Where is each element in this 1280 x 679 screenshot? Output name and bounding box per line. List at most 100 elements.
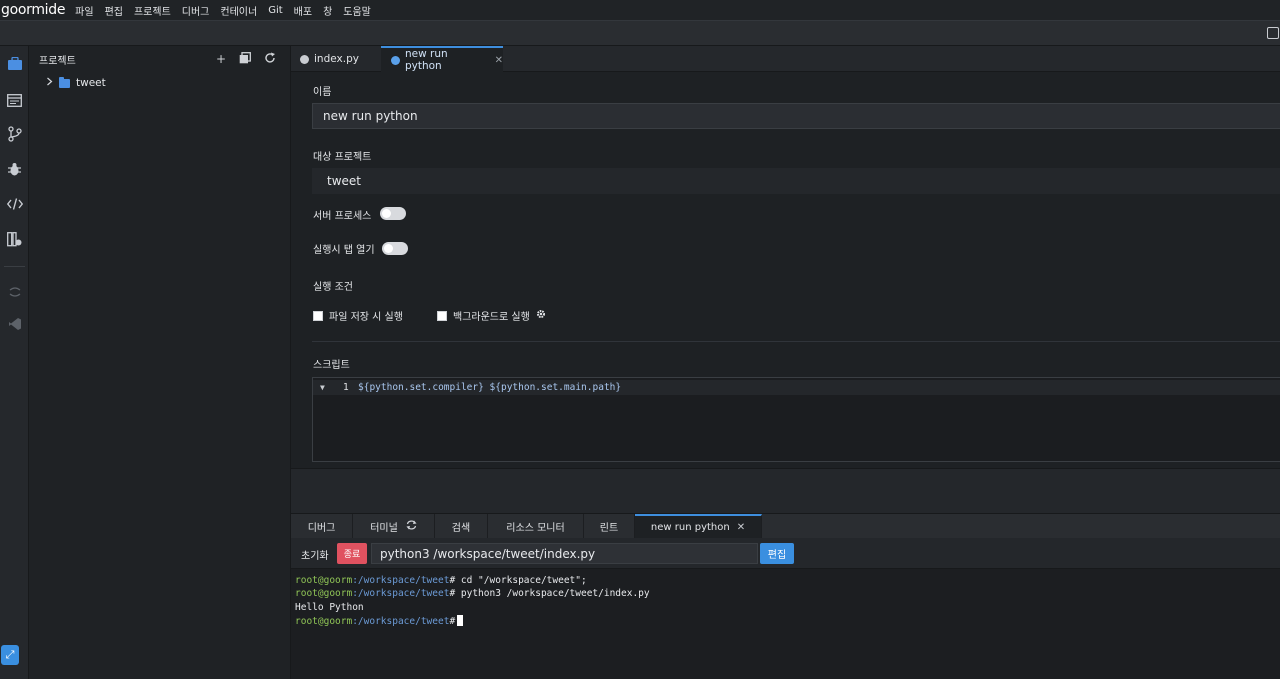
terminal-user: root@goorm	[295, 615, 353, 627]
cond-bg-checkbox[interactable]	[437, 310, 447, 321]
menu-window[interactable]: 창	[323, 3, 332, 18]
tab-label: new run python	[650, 522, 730, 533]
tab-label: 터미널	[370, 523, 398, 534]
panel-icon[interactable]	[0, 88, 29, 112]
project-panel-title: 프로젝트	[39, 55, 76, 67]
project-label: 대상 프로젝트	[313, 152, 372, 163]
open-tab-toggle[interactable]	[382, 242, 408, 255]
window-icon[interactable]	[1267, 27, 1279, 39]
stop-button[interactable]: 종료	[337, 543, 367, 564]
line-number: 1	[343, 382, 349, 393]
terminal-line: root@goorm:/workspace/tweet#	[295, 614, 1280, 628]
terminal-output[interactable]: root@goorm:/workspace/tweet# cd "/worksp…	[291, 569, 1280, 679]
tab-new-run-python-output[interactable]: new run python ✕	[635, 514, 762, 539]
cond-save-label: 파일 저장 시 실행	[329, 312, 403, 323]
server-process-toggle[interactable]	[380, 207, 406, 220]
menu-bar: goormide 파일 편집 프로젝트 디버그 컨테이너 Git 배포 창 도움…	[0, 0, 1280, 20]
activity-divider	[4, 266, 25, 267]
tab-index-py[interactable]: index.py	[291, 46, 379, 72]
tab-new-run-python[interactable]: new run python ✕	[381, 46, 503, 72]
terminal-path: :/workspace/tweet	[352, 615, 450, 627]
edit-button[interactable]: 편집	[760, 543, 794, 564]
reset-button[interactable]: 초기화	[301, 547, 329, 562]
fold-arrow-icon[interactable]: ▼	[320, 383, 325, 392]
tab-resource-monitor[interactable]: 리소스 모니터	[488, 514, 584, 539]
tab-label: index.py	[314, 53, 359, 65]
server-process-label: 서버 프로세스	[313, 211, 372, 222]
project-panel: 프로젝트 + tweet	[29, 46, 291, 679]
terminal-user: root@goorm	[295, 575, 353, 586]
editor-tabs: index.py new run python ✕	[291, 46, 1280, 72]
app-logo[interactable]: goormide	[0, 2, 65, 18]
refresh-icon[interactable]	[406, 520, 417, 533]
tab-label: 린트	[599, 523, 619, 534]
tree-item-tweet[interactable]: tweet	[46, 76, 106, 89]
sync-icon[interactable]	[0, 280, 29, 304]
bug-icon[interactable]	[0, 157, 29, 181]
cond-bg-label: 백그라운드로 실행	[453, 312, 530, 323]
menu-git[interactable]: Git	[268, 5, 282, 16]
tab-label: 검색	[451, 523, 471, 534]
run-config-form: 이름 new run python 대상 프로젝트 tweet 서버 프로세스 …	[291, 72, 1280, 513]
script-line[interactable]: ▼ 1 ${python.set.compiler} ${python.set.…	[313, 380, 1280, 395]
add-icon[interactable]: +	[216, 52, 226, 67]
run-config-icon	[391, 55, 400, 65]
tab-label: 디버그	[307, 523, 336, 534]
python-icon	[300, 54, 309, 64]
bottom-tabs: 디버그 터미널 검색 리소스 모니터 린트 new run python ✕	[291, 513, 1280, 539]
cond-bg-option[interactable]: 백그라운드로 실행	[437, 308, 546, 323]
terminal-command: # python3 /workspace/tweet/index.py	[449, 588, 650, 600]
conditions-label: 실행 조건	[313, 282, 353, 293]
terminal-command: # cd "/workspace/tweet";	[449, 575, 587, 586]
open-tab-label: 실행시 탭 열기	[313, 245, 375, 256]
menu-container[interactable]: 컨테이너	[220, 3, 257, 18]
tab-debug[interactable]: 디버그	[291, 514, 353, 539]
menu-help[interactable]: 도움말	[343, 3, 371, 18]
run-bar: 초기화 종료 python3 /workspace/tweet/index.py…	[291, 538, 1280, 569]
terminal-line: Hello Python	[295, 602, 1280, 615]
tab-label: 리소스 모니터	[506, 523, 565, 534]
cond-save-option[interactable]: 파일 저장 시 실행	[313, 308, 403, 323]
vscode-icon[interactable]	[0, 312, 29, 336]
name-field[interactable]: new run python	[312, 103, 1280, 129]
command-input[interactable]: python3 /workspace/tweet/index.py	[371, 543, 758, 564]
terminal-path: :/workspace/tweet	[352, 575, 450, 586]
tab-label: new run python	[404, 48, 448, 72]
tab-terminal[interactable]: 터미널	[353, 514, 435, 539]
menu-edit[interactable]: 편집	[105, 3, 123, 18]
tree-item-label: tweet	[76, 77, 106, 89]
folder-icon	[59, 76, 70, 88]
terminal-command: #	[449, 615, 456, 627]
gear-icon[interactable]	[536, 309, 546, 322]
name-label: 이름	[313, 87, 332, 98]
code-icon[interactable]	[0, 192, 29, 216]
terminal-cursor	[457, 614, 464, 626]
terminal-output-text: Hello Python	[295, 601, 364, 613]
menu-file[interactable]: 파일	[75, 3, 93, 18]
terminal-user: root@goorm	[295, 588, 353, 600]
close-icon[interactable]: ✕	[495, 55, 503, 66]
form-divider	[312, 341, 1280, 342]
refresh-icon[interactable]	[264, 52, 276, 67]
menu-project[interactable]: 프로젝트	[134, 3, 171, 18]
terminal-path: :/workspace/tweet	[352, 588, 450, 600]
script-editor[interactable]: ▼ 1 ${python.set.compiler} ${python.set.…	[312, 377, 1280, 462]
cond-save-checkbox[interactable]	[313, 310, 323, 321]
script-label: 스크립트	[313, 360, 350, 371]
terminal-line: root@goorm:/workspace/tweet# cd "/worksp…	[295, 575, 1280, 588]
chevron-right-icon[interactable]	[46, 77, 53, 89]
extensions-icon[interactable]	[0, 227, 29, 251]
git-branch-icon[interactable]	[0, 122, 29, 146]
briefcase-icon[interactable]	[0, 52, 29, 76]
menu-deploy[interactable]: 배포	[294, 3, 312, 18]
new-window-icon[interactable]	[239, 52, 251, 67]
tab-search[interactable]: 검색	[435, 514, 488, 539]
menu-debug[interactable]: 디버그	[182, 3, 210, 18]
close-icon[interactable]: ✕	[737, 522, 745, 533]
project-select[interactable]: tweet	[312, 168, 1280, 194]
expand-icon[interactable]: ⤢	[1, 645, 19, 665]
activity-bar: ⤢	[0, 46, 29, 679]
terminal-line: root@goorm:/workspace/tweet# python3 /wo…	[295, 588, 1280, 601]
script-code[interactable]: ${python.set.compiler} ${python.set.main…	[358, 382, 621, 393]
tab-lint[interactable]: 린트	[584, 514, 635, 539]
